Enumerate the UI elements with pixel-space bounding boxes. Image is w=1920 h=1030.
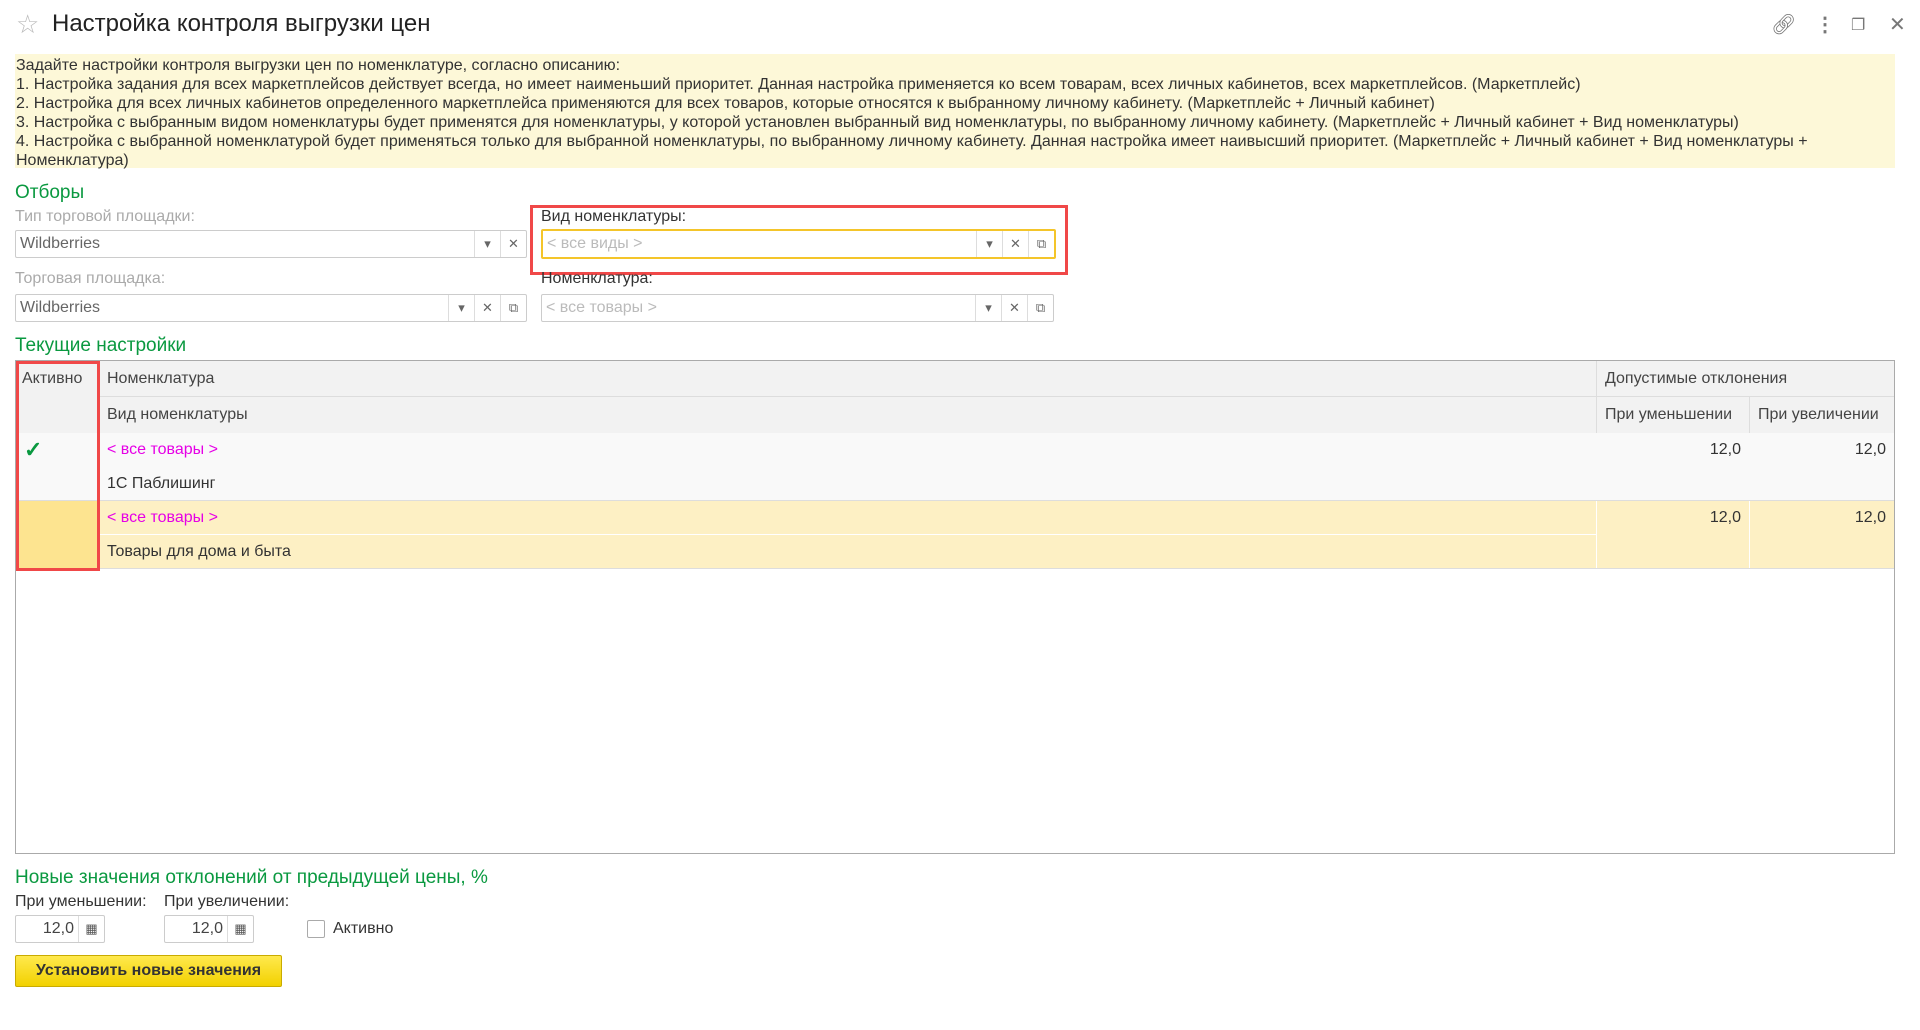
page-title: Настройка контроля выгрузки цен <box>52 10 431 37</box>
platform-type-field[interactable]: Wildberries ▾ ✕ <box>15 230 527 258</box>
table-row[interactable]: ✓ < все товары > 1С Паблишинг 12,0 12,0 <box>16 433 1894 501</box>
settings-table[interactable]: Активно Номенклатура Вид номенклатуры До… <box>15 360 1895 854</box>
platform-type-label: Тип торговой площадки: <box>15 208 195 225</box>
highlight-frame <box>16 361 100 571</box>
divider <box>99 534 1596 535</box>
header-increase[interactable]: При увеличении <box>1749 397 1894 433</box>
open-icon[interactable]: ⧉ <box>500 295 526 321</box>
increase-value: 12,0 <box>191 920 223 937</box>
dropdown-icon[interactable]: ▾ <box>976 231 1002 257</box>
favorite-star-icon[interactable]: ☆ <box>16 9 39 40</box>
clear-icon[interactable]: ✕ <box>500 231 526 257</box>
new-values-heading: Новые значения отклонений от предыдущей … <box>15 867 488 888</box>
info-line: 1. Настройка задания для всех маркетплей… <box>16 76 1581 93</box>
link-icon[interactable]: 🔗︎ <box>1771 12 1796 37</box>
item-kind-placeholder: < все виды > <box>547 235 643 252</box>
row-increase: 12,0 <box>1854 441 1886 458</box>
info-line: Задайте настройки контроля выгрузки цен … <box>16 57 621 74</box>
restore-window-icon[interactable]: ❐ <box>1851 15 1865 35</box>
item-kind-field[interactable]: < все виды > ▾ ✕ ⧉ <box>541 229 1056 259</box>
row-decrease: 12,0 <box>1709 509 1741 526</box>
item-label: Номенклатура: <box>541 270 653 287</box>
row-item: < все товары > <box>107 441 218 458</box>
table-row-selected[interactable]: < все товары > Товары для дома и быта 12… <box>16 501 1894 569</box>
platform-label: Торговая площадка: <box>15 270 166 287</box>
header-item-kind[interactable]: Вид номенклатуры <box>99 397 1596 433</box>
item-placeholder: < все товары > <box>546 299 657 316</box>
header-item[interactable]: Номенклатура <box>99 361 1596 397</box>
dropdown-icon[interactable]: ▾ <box>448 295 474 321</box>
header-deviations: Допустимые отклонения <box>1596 361 1894 397</box>
dropdown-icon[interactable]: ▾ <box>975 295 1001 321</box>
active-checkbox-label[interactable]: Активно <box>333 920 393 938</box>
clear-icon[interactable]: ✕ <box>1002 231 1028 257</box>
info-line: 4. Настройка с выбранной номенклатурой б… <box>16 133 1808 169</box>
row-item-kind: 1С Паблишинг <box>107 475 216 492</box>
platform-field[interactable]: Wildberries ▾ ✕ ⧉ <box>15 294 527 322</box>
row-increase: 12,0 <box>1854 509 1886 526</box>
dropdown-icon[interactable]: ▾ <box>474 231 500 257</box>
item-kind-label: Вид номенклатуры: <box>541 208 687 225</box>
info-panel: Задайте настройки контроля выгрузки цен … <box>15 54 1895 169</box>
platform-value: Wildberries <box>20 299 101 316</box>
current-settings-heading: Текущие настройки <box>15 335 187 356</box>
filters-heading: Отборы <box>15 182 85 203</box>
info-line: 3. Настройка с выбранным видом номенклат… <box>16 114 1739 131</box>
set-new-values-button[interactable]: Установить новые значения <box>15 955 282 987</box>
row-decrease: 12,0 <box>1709 441 1741 458</box>
close-icon[interactable]: ✕ <box>1889 12 1906 37</box>
clear-icon[interactable]: ✕ <box>1001 295 1027 321</box>
platform-type-value: Wildberries <box>20 235 101 252</box>
row-item: < все товары > <box>107 509 218 526</box>
decrease-input[interactable]: 12,0 ▦ <box>15 915 105 943</box>
decrease-value: 12,0 <box>42 920 74 937</box>
calculator-icon[interactable]: ▦ <box>78 916 104 942</box>
header-decrease[interactable]: При уменьшении <box>1596 397 1749 433</box>
row-item-kind: Товары для дома и быта <box>107 543 291 560</box>
clear-icon[interactable]: ✕ <box>474 295 500 321</box>
open-icon[interactable]: ⧉ <box>1027 295 1053 321</box>
open-icon[interactable]: ⧉ <box>1028 231 1054 257</box>
info-line: 2. Настройка для всех личных кабинетов о… <box>16 95 1435 112</box>
item-field[interactable]: < все товары > ▾ ✕ ⧉ <box>541 294 1054 322</box>
active-checkbox[interactable] <box>307 920 325 938</box>
more-icon[interactable]: ⋮ <box>1815 12 1835 37</box>
calculator-icon[interactable]: ▦ <box>227 916 253 942</box>
increase-label: При увеличении: <box>164 893 290 910</box>
increase-input[interactable]: 12,0 ▦ <box>164 915 254 943</box>
decrease-label: При уменьшении: <box>15 893 147 910</box>
